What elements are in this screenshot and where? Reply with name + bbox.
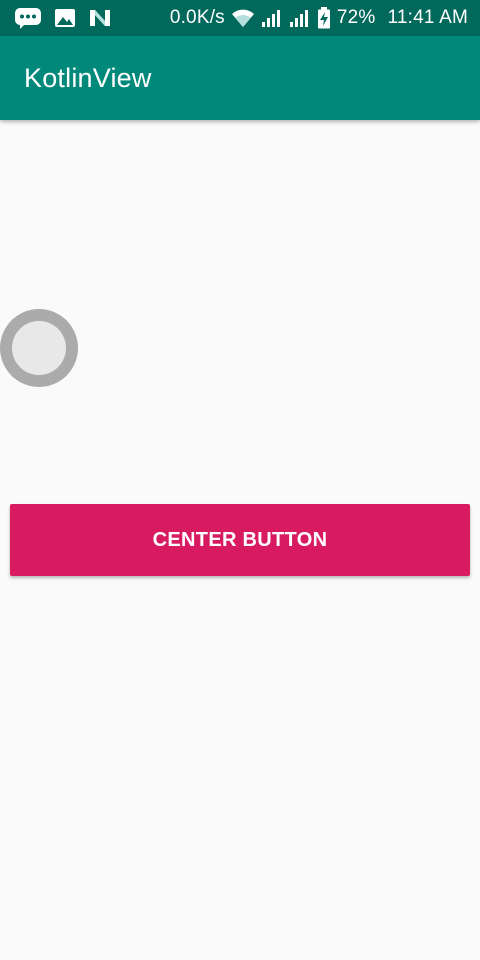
n-logo-icon xyxy=(88,8,112,28)
app-bar: KotlinView xyxy=(0,36,480,120)
app-title: KotlinView xyxy=(24,62,152,93)
battery-percent: 72% xyxy=(336,7,376,28)
chat-bubble-icon xyxy=(14,7,42,29)
network-speed: 0.0K/s xyxy=(169,7,225,28)
status-bar: 0.0K/s 72% 11:41 AM xyxy=(0,0,480,36)
battery-charging-icon xyxy=(317,7,331,29)
circle-inner xyxy=(12,321,66,375)
status-system: 0.0K/s 72% 11:41 AM xyxy=(170,7,468,29)
signal-icon xyxy=(261,8,283,28)
status-notifications xyxy=(14,7,112,29)
center-button[interactable]: CENTER BUTTON xyxy=(10,504,470,576)
image-icon xyxy=(54,8,76,28)
circle-view[interactable] xyxy=(0,309,78,387)
screen: 0.0K/s 72% 11:41 AM KotlinView CENTER BU… xyxy=(0,0,480,960)
signal-icon-2 xyxy=(289,8,311,28)
clock: 11:41 AM xyxy=(387,7,468,28)
wifi-icon xyxy=(231,8,255,28)
